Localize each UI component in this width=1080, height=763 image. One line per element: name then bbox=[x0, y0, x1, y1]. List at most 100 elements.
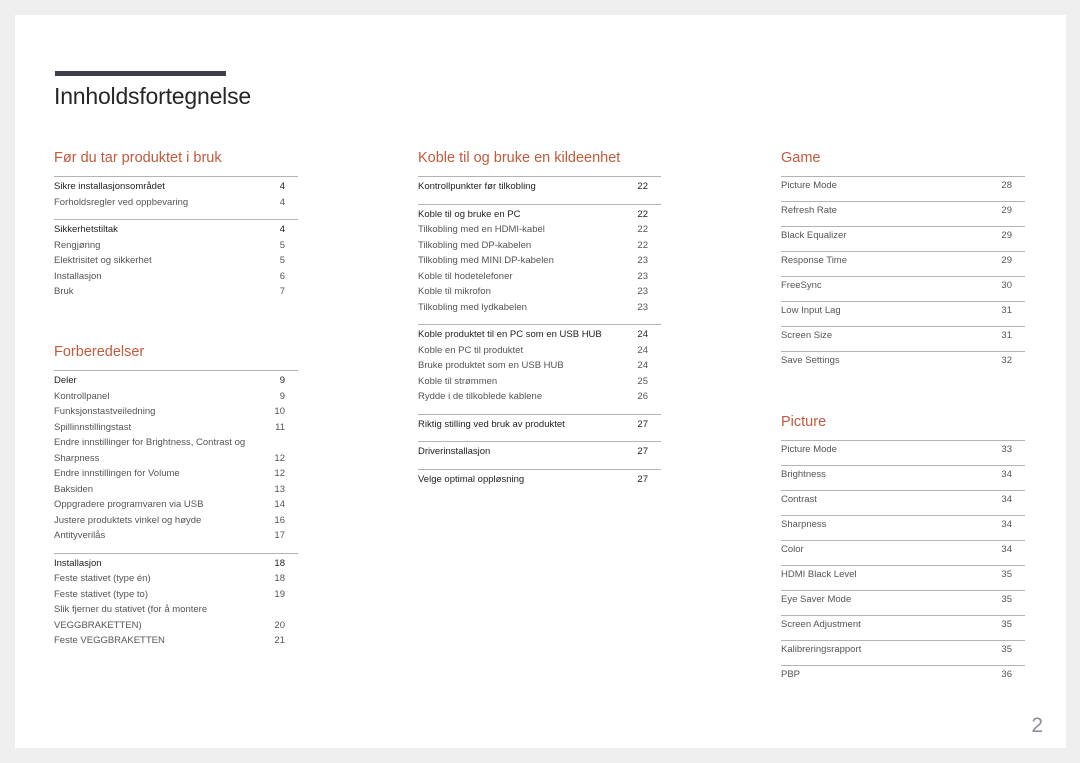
toc-entry[interactable]: Antityverilås 17 bbox=[54, 528, 298, 544]
toc-entry-page: 9 bbox=[279, 375, 285, 386]
toc-entry-page: 23 bbox=[637, 270, 648, 282]
toc-entry-page: 23 bbox=[637, 301, 648, 313]
toc-list: Kontrollpunkter før tilkobling 22 Koble ti… bbox=[418, 176, 661, 487]
toc-entry-label: Screen Adjustment bbox=[781, 619, 861, 630]
toc-entry[interactable]: Bruke produktet som en USB HUB 24 bbox=[418, 358, 661, 374]
toc-entry[interactable]: Rengjøring 5 bbox=[54, 238, 298, 254]
toc-entry[interactable]: Low Input Lag 31 bbox=[781, 302, 1025, 319]
toc-entry[interactable]: Oppgradere programvaren via USB 14 bbox=[54, 497, 298, 513]
toc-entry[interactable]: PBP 36 bbox=[781, 666, 1025, 683]
toc-entry-label: Koble til hodetelefoner bbox=[418, 270, 513, 282]
toc-entry-label: Koble til mikrofon bbox=[418, 286, 491, 297]
toc-entry[interactable]: Driverinstallasjon 27 bbox=[418, 444, 661, 460]
toc-entry[interactable]: Screen Adjustment 35 bbox=[781, 616, 1025, 633]
toc-entry[interactable]: Funksjonstastveiledning 10 bbox=[54, 404, 298, 420]
toc-entry[interactable]: Tilkobling med en HDMI-kabel 22 bbox=[418, 222, 661, 238]
toc-entry-page: 22 bbox=[637, 224, 648, 235]
toc-entry[interactable]: Koble til og bruke en PC 22 bbox=[418, 207, 661, 223]
toc-entry-label: Driverinstallasjon bbox=[418, 446, 491, 457]
toc-entry[interactable]: Color 34 bbox=[781, 541, 1025, 558]
toc-group: PBP 36 bbox=[781, 665, 1025, 690]
toc-entry-page: 35 bbox=[1001, 644, 1012, 655]
toc-entry[interactable]: Koble til hodetelefoner 23 bbox=[418, 269, 661, 285]
toc-list: Picture Mode 28 Refresh Rate 29 Black Equali… bbox=[781, 176, 1025, 376]
toc-entry[interactable]: Riktig stilling ved bruk av produktet 27 bbox=[418, 417, 661, 433]
section-title: Før du tar produktet i bruk bbox=[54, 150, 222, 166]
toc-group: HDMI Black Level 35 bbox=[781, 565, 1025, 590]
toc-entry-page: 28 bbox=[1001, 180, 1012, 191]
toc-entry-label: Rydde i de tilkoblede kablene bbox=[418, 391, 543, 402]
toc-entry[interactable]: Forholdsregler ved oppbevaring 4 bbox=[54, 195, 298, 211]
toc-entry[interactable]: Baksiden 13 bbox=[54, 482, 298, 498]
toc-entry[interactable]: Tilkobling med MINI DP-kabelen 23 bbox=[418, 253, 661, 269]
toc-entry[interactable]: Rydde i de tilkoblede kablene 26 bbox=[418, 389, 661, 405]
toc-entry[interactable]: Refresh Rate 29 bbox=[781, 202, 1025, 219]
toc-entry[interactable]: Elektrisitet og sikkerhet 5 bbox=[54, 253, 298, 269]
toc-entry-label: Koble en PC til produktet bbox=[418, 344, 524, 356]
toc-entry[interactable]: Kontrollpanel 9 bbox=[54, 389, 298, 405]
toc-entry[interactable]: Bruk 7 bbox=[54, 284, 298, 300]
toc-entry-label: Tilkobling med lydkabelen bbox=[418, 301, 527, 313]
toc-entry[interactable]: Eye Saver Mode 35 bbox=[781, 591, 1025, 608]
toc-entry[interactable]: HDMI Black Level 35 bbox=[781, 566, 1025, 583]
toc-entry[interactable]: Endre innstillinger for Brightness, Cont… bbox=[54, 435, 298, 451]
toc-entry[interactable]: FreeSync 30 bbox=[781, 277, 1025, 294]
toc-entry-page: 20 bbox=[274, 619, 285, 631]
toc-entry[interactable]: Brightness 34 bbox=[781, 466, 1025, 483]
toc-entry[interactable]: Sharpness 12 bbox=[54, 451, 298, 467]
toc-entry[interactable]: Endre innstillingen for Volume 12 bbox=[54, 466, 298, 482]
toc-entry[interactable]: Save Settings 32 bbox=[781, 352, 1025, 369]
toc-entry-label: FreeSync bbox=[781, 280, 822, 291]
toc-entry-label: Kontrollpanel bbox=[54, 390, 110, 402]
toc-entry[interactable]: Kontrollpunkter før tilkobling 22 bbox=[418, 179, 661, 195]
toc-group: Picture Mode 28 bbox=[781, 176, 1025, 201]
toc-entry[interactable]: Deler 9 bbox=[54, 373, 298, 389]
toc-entry-label: Funksjonstastveiledning bbox=[54, 406, 156, 417]
toc-entry[interactable]: Picture Mode 28 bbox=[781, 177, 1025, 194]
toc-entry[interactable]: VEGGBRAKETTEN) 20 bbox=[54, 618, 298, 634]
toc-entry[interactable]: Spillinnstillingstast 11 bbox=[54, 420, 298, 436]
toc-entry[interactable]: Feste stativet (type to) 19 bbox=[54, 587, 298, 603]
toc-entry[interactable]: Sikkerhetstiltak 4 bbox=[54, 222, 298, 238]
toc-entry-label: Response Time bbox=[781, 255, 848, 266]
toc-entry-page: 35 bbox=[1001, 619, 1012, 630]
toc-entry[interactable]: Sikre installasjonsområdet 4 bbox=[54, 179, 298, 195]
toc-entry[interactable]: Feste stativet (type én) 18 bbox=[54, 571, 298, 587]
toc-entry-page: 26 bbox=[637, 391, 648, 402]
toc-entry-label: Low Input Lag bbox=[781, 305, 841, 316]
toc-entry[interactable]: Kalibreringsrapport 35 bbox=[781, 641, 1025, 658]
toc-entry[interactable]: Installasjon 18 bbox=[54, 556, 298, 572]
toc-entry-label: Tilkobling med en HDMI-kabel bbox=[418, 224, 545, 235]
toc-entry[interactable]: Picture Mode 33 bbox=[781, 441, 1025, 458]
toc-entry[interactable]: Tilkobling med lydkabelen 23 bbox=[418, 300, 661, 316]
toc-entry[interactable]: Sharpness 34 bbox=[781, 516, 1025, 533]
toc-entry-page: 18 bbox=[274, 573, 285, 584]
toc-entry[interactable]: Koble til strømmen 25 bbox=[418, 374, 661, 390]
toc-entry-label: Forholdsregler ved oppbevaring bbox=[54, 196, 189, 208]
toc-entry-page: 22 bbox=[637, 208, 648, 220]
toc-entry[interactable]: Response Time 29 bbox=[781, 252, 1025, 269]
toc-entry[interactable]: Contrast 34 bbox=[781, 491, 1025, 508]
toc-entry[interactable]: Koble en PC til produktet 24 bbox=[418, 343, 661, 359]
toc-entry[interactable]: Koble produktet til en PC som en USB HUB… bbox=[418, 327, 661, 343]
toc-entry-label: Riktig stilling ved bruk av produktet bbox=[418, 418, 565, 430]
toc-entry-page: 13 bbox=[274, 483, 285, 495]
toc-entry[interactable]: Feste VEGGBRAKETTEN 21 bbox=[54, 633, 298, 649]
toc-group: Sikre installasjonsområdet 4 Forholdsregle… bbox=[54, 176, 298, 210]
toc-entry[interactable]: Screen Size 31 bbox=[781, 327, 1025, 344]
toc-entry[interactable]: Velge optimal oppløsning 27 bbox=[418, 472, 661, 488]
toc-group: Driverinstallasjon 27 bbox=[418, 441, 661, 460]
page-title: Innholdsfortegnelse bbox=[54, 83, 251, 109]
toc-entry[interactable]: Black Equalizer 29 bbox=[781, 227, 1025, 244]
toc-entry[interactable]: Installasjon 6 bbox=[54, 269, 298, 285]
toc-group: Velge optimal oppløsning 27 bbox=[418, 468, 661, 488]
toc-entry[interactable]: Tilkobling med DP-kabelen 22 bbox=[418, 238, 661, 254]
toc-entry-label: Koble til og bruke en PC bbox=[418, 208, 521, 220]
toc-entry[interactable]: Justere produktets vinkel og høyde 16 bbox=[54, 513, 298, 529]
section-connect: Koble til og bruke en kildeenhet Kontrol… bbox=[418, 148, 661, 487]
toc-entry-page: 32 bbox=[1001, 355, 1012, 366]
toc-entry-label: Koble produktet til en PC som en USB HUB bbox=[418, 329, 602, 340]
toc-entry[interactable]: Slik fjerner du stativet (for å montere bbox=[54, 602, 298, 618]
toc-entry[interactable]: Koble til mikrofon 23 bbox=[418, 284, 661, 300]
toc-entry-page: 24 bbox=[637, 344, 648, 356]
